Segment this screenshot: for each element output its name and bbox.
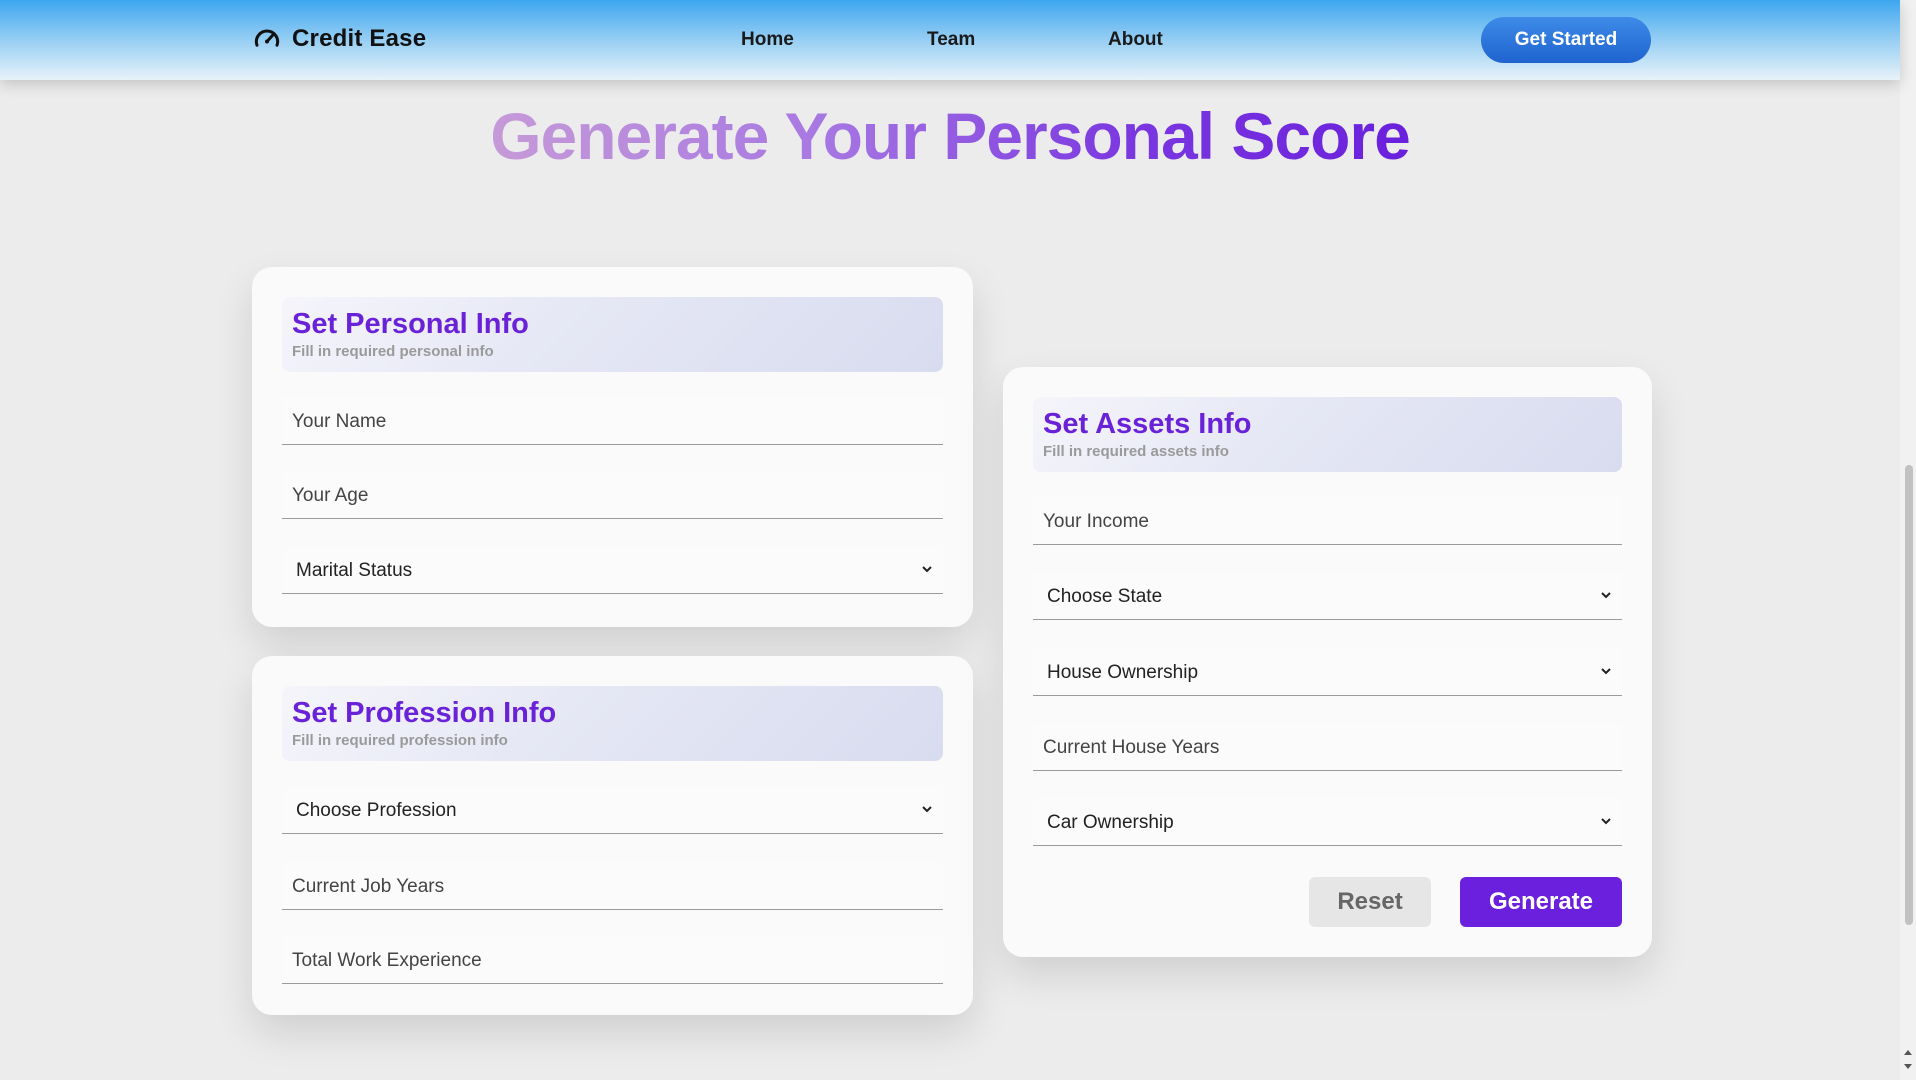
assets-info-card: Set Assets Info Fill in required assets … (1003, 367, 1652, 957)
car-ownership-select[interactable]: Car Ownership (1033, 798, 1622, 846)
profession-info-title: Set Profession Info (292, 697, 557, 729)
chevron-down-icon (922, 566, 932, 573)
marital-status-select[interactable]: Marital Status (282, 546, 943, 594)
page-title-text: Generate Your Personal Score (490, 99, 1411, 173)
reset-button[interactable]: Reset (1309, 877, 1431, 927)
brand-name: Credit Ease (292, 25, 427, 52)
car-ownership-value: Car Ownership (1047, 812, 1174, 833)
state-value: Choose State (1047, 586, 1163, 607)
speedometer-icon (254, 29, 280, 47)
personal-info-card: Set Personal Info Fill in required perso… (252, 267, 973, 627)
scroll-down-arrow-icon[interactable] (1904, 1064, 1912, 1069)
personal-info-title: Set Personal Info (292, 308, 529, 340)
house-years-input[interactable]: Current House Years (1033, 723, 1622, 771)
scrollbar-thumb[interactable] (1905, 465, 1913, 925)
nav-link-team[interactable]: Team (927, 29, 975, 51)
profession-select[interactable]: Choose Profession (282, 786, 943, 834)
personal-info-header: Set Personal Info Fill in required perso… (282, 297, 943, 372)
assets-info-subtitle: Fill in required assets info (1043, 443, 1229, 460)
get-started-button[interactable]: Get Started (1481, 17, 1651, 63)
chevron-down-icon (922, 806, 932, 813)
personal-info-subtitle: Fill in required personal info (292, 343, 494, 360)
navbar: Credit Ease Home Team About Get Started (0, 0, 1900, 80)
nav-link-about[interactable]: About (1108, 29, 1163, 51)
chevron-down-icon (1601, 592, 1611, 599)
page-title: Generate Your Personal Score (0, 98, 1900, 174)
profession-info-subtitle: Fill in required profession info (292, 732, 508, 749)
job-years-input[interactable]: Current Job Years (282, 862, 943, 910)
marital-status-value: Marital Status (296, 560, 413, 581)
assets-info-title: Set Assets Info (1043, 408, 1252, 440)
profession-info-header: Set Profession Info Fill in required pro… (282, 686, 943, 761)
assets-info-header: Set Assets Info Fill in required assets … (1033, 397, 1622, 472)
nav-link-home[interactable]: Home (741, 29, 794, 51)
chevron-down-icon (1601, 668, 1611, 675)
profession-value: Choose Profession (296, 800, 457, 821)
scroll-up-arrow-icon[interactable] (1904, 1050, 1912, 1055)
house-ownership-value: House Ownership (1047, 662, 1199, 683)
generate-button[interactable]: Generate (1460, 877, 1622, 927)
chevron-down-icon (1601, 818, 1611, 825)
brand[interactable]: Credit Ease (252, 24, 426, 54)
income-input[interactable]: Your Income (1033, 497, 1622, 545)
age-input[interactable]: Your Age (282, 471, 943, 519)
work-experience-input[interactable]: Total Work Experience (282, 936, 943, 984)
state-select[interactable]: Choose State (1033, 572, 1622, 620)
profession-info-card: Set Profession Info Fill in required pro… (252, 656, 973, 1015)
name-input[interactable]: Your Name (282, 397, 943, 445)
page-scrollbar[interactable] (1900, 0, 1916, 1080)
house-ownership-select[interactable]: House Ownership (1033, 648, 1622, 696)
